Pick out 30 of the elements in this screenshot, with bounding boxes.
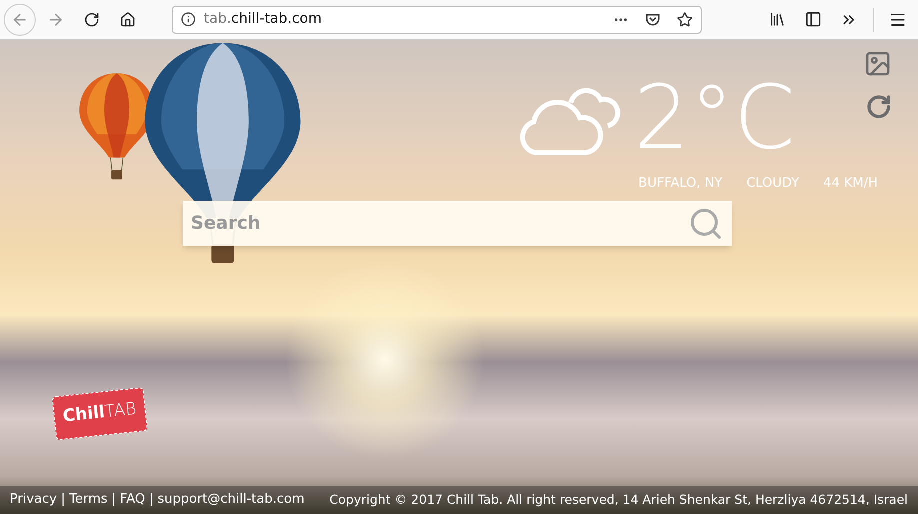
separator-text: |	[61, 491, 66, 510]
sidebar-icon	[804, 11, 822, 28]
condition-text: CLOUDY	[746, 175, 800, 193]
separator-text: |	[149, 491, 154, 510]
wallpaper-button[interactable]	[864, 50, 892, 78]
footer-link[interactable]: FAQ	[120, 490, 146, 510]
footer-link[interactable]: Terms	[69, 490, 108, 510]
image-icon	[864, 50, 892, 78]
back-button[interactable]	[4, 4, 36, 36]
url-text: tab.chill-tab.com	[204, 10, 324, 29]
location-text: BUFFALO, NY	[638, 175, 723, 193]
reload-icon	[84, 12, 100, 28]
refresh-icon	[866, 94, 892, 120]
library-icon	[768, 11, 786, 28]
search-input[interactable]: Search	[191, 210, 688, 237]
wind-speed-text: 44 KM/H	[823, 175, 878, 193]
refresh-button[interactable]	[866, 94, 892, 120]
pocket-icon[interactable]	[645, 12, 661, 28]
temperature-text: 2°C	[634, 74, 796, 162]
info-icon[interactable]	[181, 12, 196, 27]
copyright-text: Copyright © 2017 Chill Tab. All right reserved, 14 Arieh Shenkar St, Herzliya 4672514, Israel	[330, 490, 908, 509]
footer-link[interactable]: Privacy	[10, 490, 58, 510]
home-icon	[120, 12, 136, 28]
footer-link[interactable]: support@chill-tab.com	[158, 490, 305, 510]
separator-text: |	[112, 491, 116, 510]
logo-text: TAB	[104, 398, 138, 424]
address-bar[interactable]: tab.chill-tab.com	[172, 6, 702, 34]
search-field[interactable]: Search	[183, 201, 732, 246]
bookmark-star-icon[interactable]	[677, 12, 693, 28]
logo-text: Chill	[62, 402, 106, 429]
